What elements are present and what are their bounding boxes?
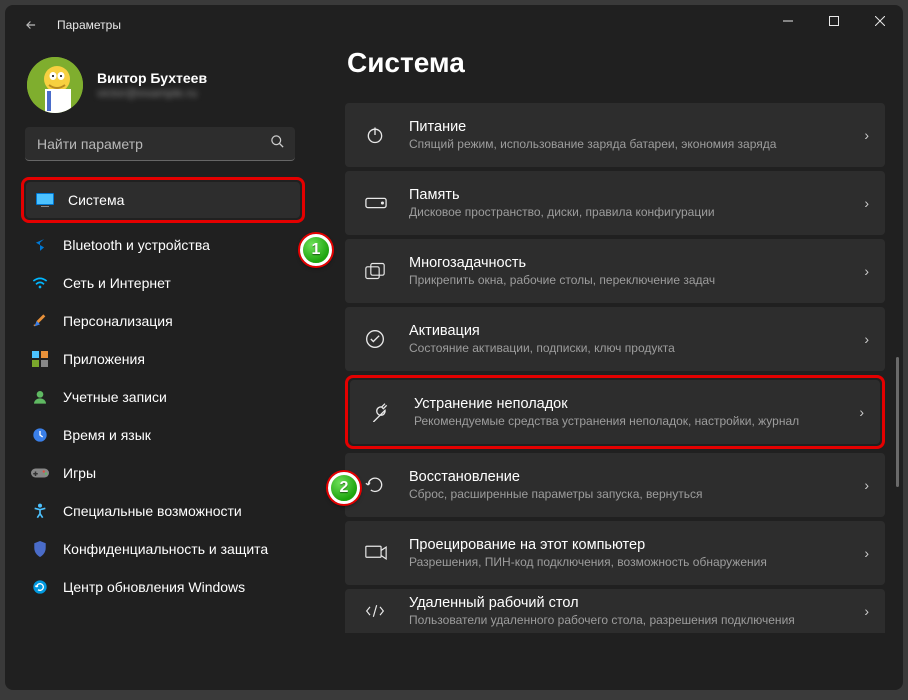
chevron-right-icon: › bbox=[859, 404, 864, 420]
back-button[interactable] bbox=[21, 15, 41, 35]
titlebar: Параметры bbox=[5, 5, 903, 45]
card-title: Память bbox=[409, 186, 864, 205]
card-title: Активация bbox=[409, 322, 864, 341]
sidebar-item-apps[interactable]: Приложения bbox=[21, 341, 305, 377]
card-recovery[interactable]: Восстановление Сброс, расширенные параме… bbox=[345, 453, 885, 517]
card-subtitle: Состояние активации, подписки, ключ прод… bbox=[409, 341, 864, 357]
sidebar-item-label: Специальные возможности bbox=[63, 503, 242, 519]
card-subtitle: Пользователи удаленного рабочего стола, … bbox=[409, 613, 864, 629]
annotation-highlight-2: Устранение неполадок Рекомендуемые средс… bbox=[345, 375, 885, 449]
sidebar-item-label: Bluetooth и устройства bbox=[63, 237, 210, 253]
sidebar-item-personalization[interactable]: Персонализация bbox=[21, 303, 305, 339]
recovery-icon bbox=[365, 474, 387, 496]
annotation-marker-2: 2 bbox=[328, 472, 360, 504]
card-subtitle: Разрешения, ПИН-код подключения, возможн… bbox=[409, 555, 864, 571]
sidebar-item-accounts[interactable]: Учетные записи bbox=[21, 379, 305, 415]
chevron-right-icon: › bbox=[864, 603, 869, 619]
card-storage[interactable]: Память Дисковое пространство, диски, пра… bbox=[345, 171, 885, 235]
card-title: Удаленный рабочий стол bbox=[409, 594, 864, 613]
page-title: Система bbox=[347, 47, 885, 79]
minimize-button[interactable] bbox=[765, 5, 811, 37]
sidebar-item-label: Система bbox=[68, 192, 124, 208]
card-power[interactable]: Питание Спящий режим, использование заря… bbox=[345, 103, 885, 167]
sidebar-item-label: Время и язык bbox=[63, 427, 151, 443]
card-activation[interactable]: Активация Состояние активации, подписки,… bbox=[345, 307, 885, 371]
card-title: Устранение неполадок bbox=[414, 395, 859, 414]
window-title: Параметры bbox=[57, 18, 121, 32]
sidebar-item-accessibility[interactable]: Специальные возможности bbox=[21, 493, 305, 529]
shield-icon bbox=[31, 540, 49, 558]
card-title: Многозадачность bbox=[409, 254, 864, 273]
annotation-highlight-1: Система bbox=[21, 177, 305, 223]
chevron-right-icon: › bbox=[864, 195, 869, 211]
close-button[interactable] bbox=[857, 5, 903, 37]
maximize-button[interactable] bbox=[811, 5, 857, 37]
chevron-right-icon: › bbox=[864, 263, 869, 279]
system-icon bbox=[36, 191, 54, 209]
update-icon bbox=[31, 578, 49, 596]
profile-email: victor@example.ru bbox=[97, 86, 207, 100]
card-title: Проецирование на этот компьютер bbox=[409, 536, 864, 555]
card-multitasking[interactable]: Многозадачность Прикрепить окна, рабочие… bbox=[345, 239, 885, 303]
content: Виктор Бухтеев victor@example.ru Систем bbox=[5, 45, 903, 690]
profile-name: Виктор Бухтеев bbox=[97, 70, 207, 86]
settings-window: Параметры bbox=[5, 5, 903, 690]
sidebar-item-system[interactable]: Система bbox=[26, 182, 300, 218]
sidebar: Виктор Бухтеев victor@example.ru Систем bbox=[5, 45, 321, 690]
search-input[interactable] bbox=[25, 127, 295, 161]
brush-icon bbox=[31, 312, 49, 330]
profile[interactable]: Виктор Бухтеев victor@example.ru bbox=[27, 57, 305, 113]
chevron-right-icon: › bbox=[864, 331, 869, 347]
chevron-right-icon: › bbox=[864, 477, 869, 493]
nav: Система Bluetooth и устройства Сеть и Ин… bbox=[21, 177, 305, 605]
bluetooth-icon bbox=[31, 236, 49, 254]
person-icon bbox=[31, 388, 49, 406]
check-circle-icon bbox=[365, 328, 387, 350]
multitask-icon bbox=[365, 260, 387, 282]
sidebar-item-label: Приложения bbox=[63, 351, 145, 367]
storage-icon bbox=[365, 192, 387, 214]
remote-icon bbox=[365, 600, 387, 622]
card-title: Восстановление bbox=[409, 468, 864, 487]
search-icon bbox=[270, 134, 285, 154]
card-projection[interactable]: Проецирование на этот компьютер Разрешен… bbox=[345, 521, 885, 585]
card-list: Питание Спящий режим, использование заря… bbox=[345, 103, 885, 633]
sidebar-item-time[interactable]: Время и язык bbox=[21, 417, 305, 453]
power-icon bbox=[365, 124, 387, 146]
sidebar-item-label: Учетные записи bbox=[63, 389, 167, 405]
sidebar-item-bluetooth[interactable]: Bluetooth и устройства bbox=[21, 227, 305, 263]
projection-icon bbox=[365, 542, 387, 564]
card-subtitle: Дисковое пространство, диски, правила ко… bbox=[409, 205, 864, 221]
card-subtitle: Спящий режим, использование заряда батар… bbox=[409, 137, 864, 153]
chevron-right-icon: › bbox=[864, 545, 869, 561]
card-remote-desktop[interactable]: Удаленный рабочий стол Пользователи удал… bbox=[345, 589, 885, 633]
sidebar-item-label: Сеть и Интернет bbox=[63, 275, 171, 291]
card-subtitle: Сброс, расширенные параметры запуска, ве… bbox=[409, 487, 864, 503]
sidebar-item-gaming[interactable]: Игры bbox=[21, 455, 305, 491]
card-title: Питание bbox=[409, 118, 864, 137]
sidebar-item-network[interactable]: Сеть и Интернет bbox=[21, 265, 305, 301]
sidebar-item-label: Игры bbox=[63, 465, 96, 481]
card-subtitle: Рекомендуемые средства устранения непола… bbox=[414, 414, 859, 430]
apps-icon bbox=[31, 350, 49, 368]
sidebar-item-update[interactable]: Центр обновления Windows bbox=[21, 569, 305, 605]
gamepad-icon bbox=[31, 464, 49, 482]
sidebar-item-label: Персонализация bbox=[63, 313, 173, 329]
accessibility-icon bbox=[31, 502, 49, 520]
wifi-icon bbox=[31, 274, 49, 292]
avatar bbox=[27, 57, 83, 113]
search-wrap bbox=[25, 127, 295, 161]
main: Система Питание Спящий режим, использова… bbox=[321, 45, 903, 690]
sidebar-item-privacy[interactable]: Конфиденциальность и защита bbox=[21, 531, 305, 567]
wrench-icon bbox=[370, 401, 392, 423]
card-subtitle: Прикрепить окна, рабочие столы, переключ… bbox=[409, 273, 864, 289]
sidebar-item-label: Конфиденциальность и защита bbox=[63, 541, 268, 557]
sidebar-item-label: Центр обновления Windows bbox=[63, 579, 245, 595]
annotation-marker-1: 1 bbox=[300, 234, 332, 266]
clock-icon bbox=[31, 426, 49, 444]
chevron-right-icon: › bbox=[864, 127, 869, 143]
scrollbar[interactable] bbox=[896, 357, 899, 487]
window-controls bbox=[765, 5, 903, 37]
card-troubleshoot[interactable]: Устранение неполадок Рекомендуемые средс… bbox=[350, 380, 880, 444]
